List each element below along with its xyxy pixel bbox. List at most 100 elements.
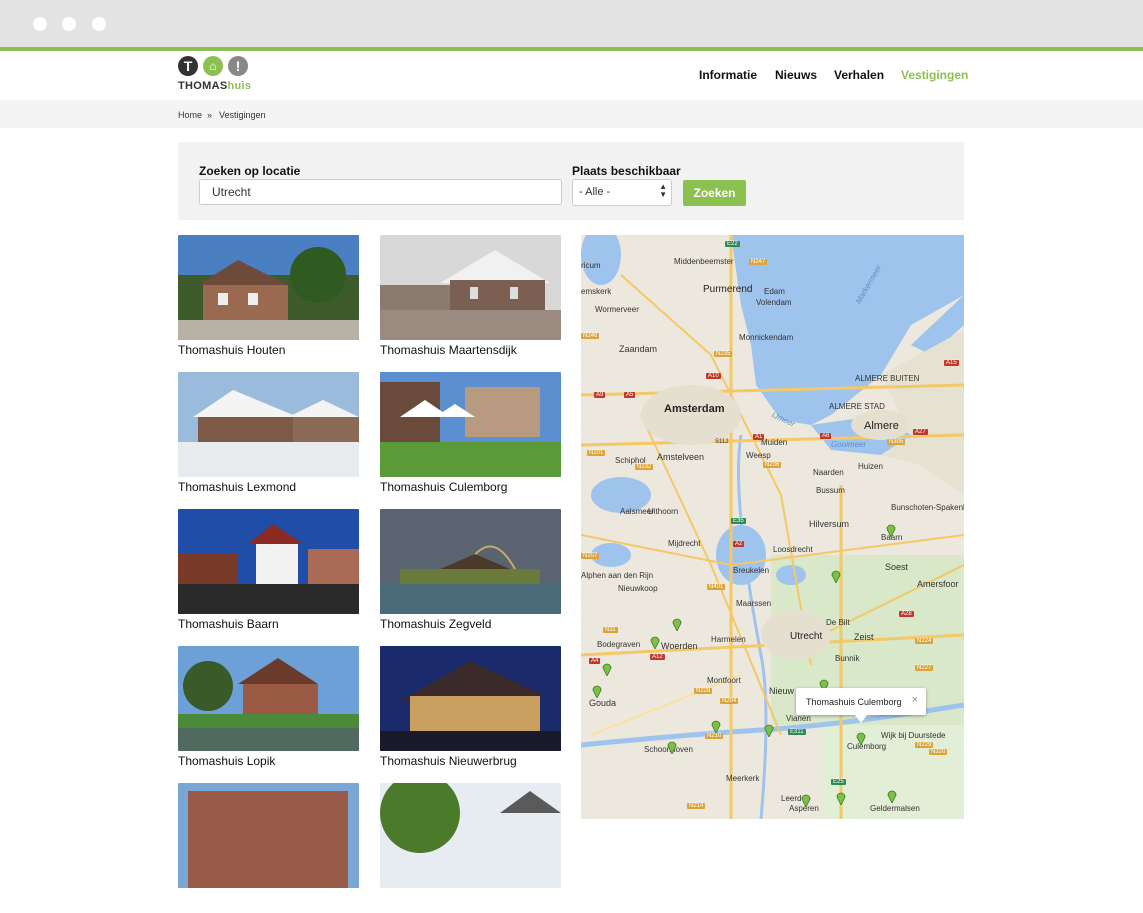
location-name[interactable]: Thomashuis Zegveld — [380, 617, 491, 631]
map-label: Utrecht — [790, 631, 823, 642]
location-card[interactable]: Thomashuis Lexmond — [178, 372, 359, 502]
road-shield: N320 — [929, 749, 948, 755]
map-label: Woerden — [661, 641, 698, 651]
map-label: Harmelen — [711, 635, 746, 644]
logo-letter-t: T — [178, 56, 198, 76]
nav-verhalen[interactable]: Verhalen — [834, 68, 884, 82]
map-label: Amstelveen — [657, 452, 705, 462]
map-label: emskerk — [581, 287, 612, 296]
map-pin-icon[interactable] — [856, 731, 866, 745]
map-pin-icon[interactable] — [650, 635, 660, 649]
location-card[interactable]: Thomashuis Lopik — [178, 646, 359, 776]
breadcrumb-separator: » — [207, 110, 213, 120]
map-pin-icon[interactable] — [711, 719, 721, 733]
site-header: T ⌂ ! THOMAShuis Informatie Nieuws Verha… — [0, 51, 1143, 100]
window-dot-close[interactable] — [33, 17, 47, 31]
map-pin-icon[interactable] — [667, 740, 677, 754]
map-pin-icon[interactable] — [592, 684, 602, 698]
location-photo — [178, 783, 359, 888]
map-pin-icon[interactable] — [672, 617, 682, 631]
map-label: Zaandam — [619, 344, 658, 354]
location-name[interactable]: Thomashuis Nieuwerbrug — [380, 754, 517, 768]
availability-selected-value: - Alle - — [579, 186, 611, 198]
map-label: Huizen — [858, 462, 883, 471]
map-label: Gooimeer — [831, 440, 867, 449]
site-logo[interactable]: T ⌂ ! THOMAShuis — [178, 56, 258, 96]
location-name[interactable]: Thomashuis Culemborg — [380, 480, 507, 494]
nav-vestigingen[interactable]: Vestigingen — [901, 68, 968, 82]
map-label: Gouda — [589, 698, 617, 708]
map-label: Zeist — [854, 632, 874, 642]
availability-select[interactable]: - Alle - ▲ ▼ — [572, 179, 672, 206]
map-label: Bussum — [816, 486, 845, 495]
road-shield: A9 — [594, 392, 606, 398]
map-label: Hilversum — [809, 519, 850, 529]
road-shield: N305 — [887, 439, 906, 445]
map-pin-icon[interactable] — [602, 662, 612, 676]
location-name[interactable]: Thomashuis Lexmond — [178, 480, 296, 494]
nav-nieuws[interactable]: Nieuws — [775, 68, 817, 82]
map-label: Purmerend — [703, 284, 753, 295]
window-dot-maximize[interactable] — [92, 17, 106, 31]
location-card[interactable]: Thomashuis Culemborg — [380, 372, 561, 502]
road-shield: A5 — [624, 392, 636, 398]
location-name[interactable]: Thomashuis Baarn — [178, 617, 279, 631]
breadcrumb-current: Vestigingen — [219, 110, 266, 120]
house-gear-icon: ⌂ — [203, 56, 223, 76]
location-photo — [178, 509, 359, 614]
location-card[interactable]: Thomashuis Baarn — [178, 509, 359, 639]
road-shield: E22 — [725, 241, 740, 247]
road-shield: E25 — [831, 779, 846, 785]
window-dot-minimize[interactable] — [62, 17, 76, 31]
location-card[interactable]: Thomashuis Nieuwerbrug — [380, 646, 561, 776]
select-arrows-icon: ▲ ▼ — [659, 182, 667, 199]
road-shield: N207 — [581, 553, 600, 559]
map-pin-icon[interactable] — [831, 569, 841, 583]
location-search-input[interactable] — [199, 179, 562, 205]
location-card[interactable]: Thomashuis Maartensdijk — [380, 235, 561, 365]
map-label: Volendam — [756, 298, 792, 307]
map-label: ALMERE STAD — [829, 402, 885, 411]
breadcrumb-home[interactable]: Home — [178, 110, 202, 120]
location-label: Zoeken op locatie — [199, 164, 301, 178]
road-shield: N236 — [763, 462, 782, 468]
map-pin-icon[interactable] — [801, 793, 811, 807]
map-label: Mijdrecht — [668, 539, 701, 548]
road-shield: N227 — [915, 665, 934, 671]
location-name[interactable]: Thomashuis Houten — [178, 343, 285, 357]
location-card[interactable] — [380, 783, 561, 913]
map-label: Weesp — [746, 451, 771, 460]
map-pin-icon[interactable] — [886, 523, 896, 537]
map-label: Breukelen — [733, 566, 770, 575]
map-label: Middenbeemster — [674, 257, 734, 266]
map-label: Nieuw — [769, 686, 795, 696]
popup-title[interactable]: Thomashuis Culemborg — [806, 697, 902, 707]
map-label: Amersfoor — [917, 579, 959, 589]
map-label: De Bilt — [826, 618, 850, 627]
search-button[interactable]: Zoeken — [683, 180, 746, 206]
map-pin-icon[interactable] — [836, 791, 846, 805]
road-shield: A27 — [913, 429, 928, 435]
map-info-popup: Thomashuis Culemborg × — [796, 688, 926, 723]
location-name[interactable]: Thomashuis Lopik — [178, 754, 275, 768]
breadcrumb: Home » Vestigingen — [0, 100, 1143, 128]
map-label: Alphen aan den Rijn — [581, 571, 654, 580]
road-shield: N214 — [687, 803, 706, 809]
location-card[interactable]: Thomashuis Zegveld — [380, 509, 561, 639]
road-shield: N210 — [705, 733, 724, 739]
map-label: Wijk bij Duurstede — [881, 731, 946, 740]
map-label: Monnickendam — [739, 333, 794, 342]
road-shield: N247 — [749, 259, 768, 265]
map-pin-icon[interactable] — [887, 789, 897, 803]
road-shield: A28 — [899, 611, 914, 617]
map-label: Meerkerk — [726, 774, 760, 783]
map-label: Geldermalsen — [870, 804, 920, 813]
location-card[interactable] — [178, 783, 359, 913]
close-icon[interactable]: × — [912, 694, 918, 706]
location-name[interactable]: Thomashuis Maartensdijk — [380, 343, 517, 357]
location-card[interactable]: Thomashuis Houten — [178, 235, 359, 365]
map-pin-icon[interactable] — [764, 723, 774, 737]
map-label: Loosdrecht — [773, 545, 813, 554]
nav-informatie[interactable]: Informatie — [699, 68, 757, 82]
map-label: Maarssen — [736, 599, 772, 608]
